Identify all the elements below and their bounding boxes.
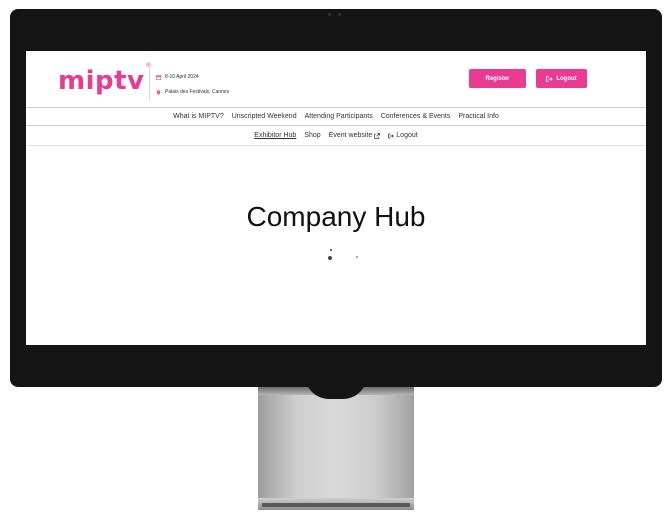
calendar-icon — [156, 74, 161, 80]
camera-icon — [328, 13, 344, 17]
monitor-stand — [258, 387, 414, 499]
stand-base-slot — [262, 503, 410, 507]
map-pin-icon — [156, 89, 161, 95]
nav-item-practical-info[interactable]: Practical Info — [458, 113, 498, 120]
nav-logout-label: Logout — [396, 132, 418, 139]
event-date-text: 8-10 April 2024 — [165, 74, 199, 80]
nav-item-shop[interactable]: Shop — [304, 132, 320, 139]
logout-icon — [546, 75, 554, 82]
primary-nav: What is MIPTV? Unscripted Weekend Attend… — [26, 108, 646, 126]
miptv-logo[interactable]: miptv® — [58, 62, 152, 96]
event-website-label: Event website — [328, 132, 373, 139]
nav-item-what-is-miptv[interactable]: What is MIPTV? — [173, 113, 224, 120]
page-title: Company Hub — [246, 201, 426, 232]
nav-item-exhibitor-hub[interactable]: Exhibitor Hub — [254, 132, 296, 139]
logout-icon — [388, 133, 395, 138]
browser-viewport: miptv® 8-10 April 2024 Palais des Festiv… — [26, 51, 646, 345]
nav-item-event-website[interactable]: Event website — [329, 132, 381, 139]
event-venue: Palais des Festivals, Cannes — [156, 89, 229, 95]
event-date: 8-10 April 2024 — [156, 74, 199, 80]
site-header: miptv® 8-10 April 2024 Palais des Festiv… — [26, 51, 646, 108]
event-venue-text: Palais des Festivals, Cannes — [165, 89, 230, 95]
monitor-bezel: miptv® 8-10 April 2024 Palais des Festiv… — [10, 9, 662, 387]
secondary-nav: Exhibitor Hub Shop Event website Logout — [26, 126, 646, 146]
logout-button[interactable]: Logout — [536, 69, 587, 88]
nav-item-unscripted-weekend[interactable]: Unscripted Weekend — [232, 113, 297, 120]
nav-item-attending-participants[interactable]: Attending Participants — [305, 113, 373, 120]
nav-item-logout[interactable]: Logout — [388, 132, 418, 139]
nav-item-conferences-events[interactable]: Conferences & Events — [381, 113, 451, 120]
header-divider — [149, 67, 150, 101]
external-link-icon — [374, 132, 381, 139]
loading-spinner-icon — [326, 246, 366, 266]
register-button[interactable]: Register — [469, 69, 526, 88]
